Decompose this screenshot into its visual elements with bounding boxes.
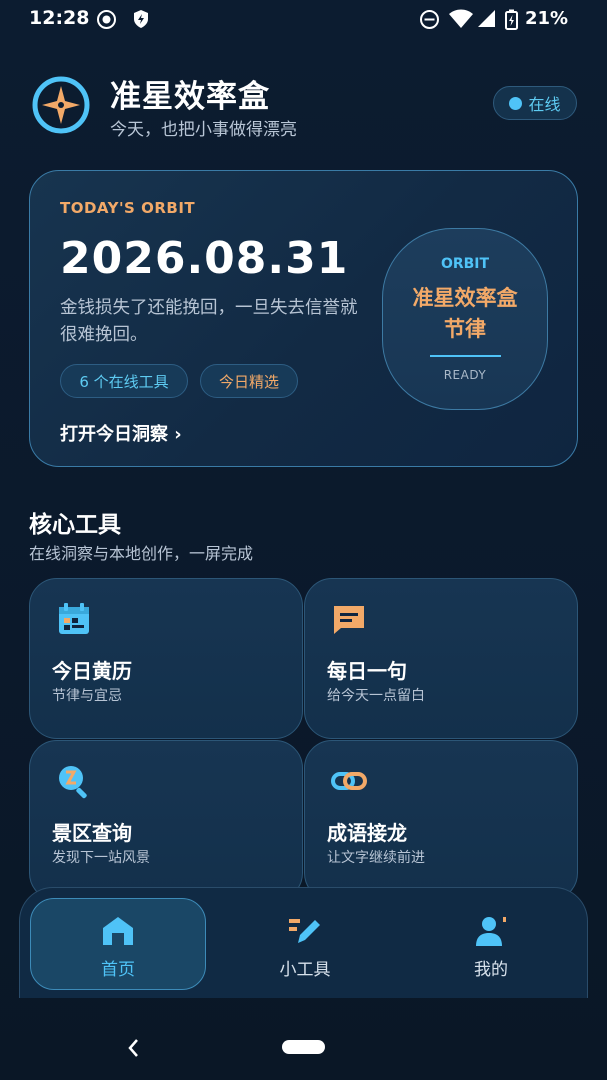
calendar-icon [59, 603, 89, 634]
status-dot-icon [509, 96, 523, 110]
system-back-icon[interactable] [126, 1037, 142, 1059]
battery-percent: 21% [525, 8, 569, 29]
tool-title: 今日黄历 [52, 659, 132, 683]
section-subtitle: 在线洞察与本地创作，一屏完成 [29, 544, 254, 563]
tool-title: 每日一句 [327, 659, 407, 683]
daily-quote: 金钱损失了还能挽回，一旦失去信誉就很难挽回。 [60, 298, 358, 345]
hero-kicker: TODAY'S ORBIT [60, 199, 196, 217]
open-insight-link[interactable]: 打开今日洞察 › [60, 420, 182, 446]
do-not-disturb-icon [420, 10, 439, 29]
app-title: 准星效率盒 [110, 79, 270, 115]
nav-item-profile[interactable]: 我的 [396, 888, 586, 999]
nav-label-tools: 小工具 [279, 960, 331, 980]
orbit-divider [430, 355, 501, 357]
tool-card-daily-quote[interactable]: 每日一句 给今天一点留白 [304, 578, 578, 739]
user-icon [476, 917, 506, 946]
tool-subtitle: 给今天一点留白 [327, 688, 425, 704]
app-subtitle: 今天，也把小事做得漂亮 [110, 120, 297, 140]
orbit-status: READY [443, 368, 487, 382]
nav-label-profile: 我的 [474, 960, 508, 980]
orbit-label: ORBIT [440, 256, 490, 272]
compass-star-icon [32, 76, 90, 134]
section-title: 核心工具 [29, 512, 121, 538]
nav-item-home[interactable]: 首页 [23, 888, 213, 999]
record-icon [97, 10, 116, 29]
online-tools-chip[interactable]: 6 个在线工具 [60, 364, 188, 398]
edit-icon [289, 919, 320, 943]
status-bar: 12:28 21% [0, 0, 607, 38]
tool-subtitle: 节律与宜忌 [52, 688, 122, 704]
tool-card-almanac[interactable]: 今日黄历 节律与宜忌 [29, 578, 303, 739]
battery-charging-icon [505, 9, 518, 30]
hero-date: 2026.08.31 [60, 233, 349, 284]
online-status-label: 在线 [528, 95, 561, 114]
home-icon [103, 917, 133, 945]
tool-subtitle: 让文字继续前进 [327, 850, 425, 866]
orbit-app-name: 准星效率盒 [412, 286, 518, 310]
shield-icon [134, 10, 148, 28]
tool-title: 成语接龙 [327, 821, 407, 845]
system-home-handle[interactable] [282, 1040, 325, 1054]
tool-card-idiom-chain[interactable]: 成语接龙 让文字继续前进 [304, 740, 578, 901]
search-icon [59, 766, 87, 799]
online-status-badge[interactable]: 在线 [493, 86, 577, 120]
app-screen: { "status_bar": { "time": "12:28", "batt… [0, 0, 607, 1080]
tool-subtitle: 发现下一站风景 [52, 850, 150, 866]
tool-card-scenic-search[interactable]: 景区查询 发现下一站风景 [29, 740, 303, 901]
today-orbit-card[interactable]: TODAY'S ORBIT 2026.08.31 金钱损失了还能挽回，一旦失去信… [29, 170, 578, 467]
daily-pick-chip[interactable]: 今日精选 [200, 364, 298, 398]
message-icon [334, 606, 364, 634]
nav-item-tools[interactable]: 小工具 [210, 888, 400, 999]
bottom-navigation: 首页 小工具 我的 [19, 887, 588, 998]
status-time: 12:28 [29, 7, 90, 29]
nav-label-home: 首页 [101, 960, 135, 980]
wifi-icon [449, 9, 473, 28]
orbit-badge: ORBIT 准星效率盒 节律 READY [382, 228, 548, 410]
cellular-signal-icon [478, 10, 495, 27]
orbit-keyword: 节律 [444, 317, 486, 341]
tool-title: 景区查询 [52, 821, 132, 845]
orbit-name: 准星效率盒 节律 [383, 283, 547, 345]
link-icon [331, 772, 367, 790]
